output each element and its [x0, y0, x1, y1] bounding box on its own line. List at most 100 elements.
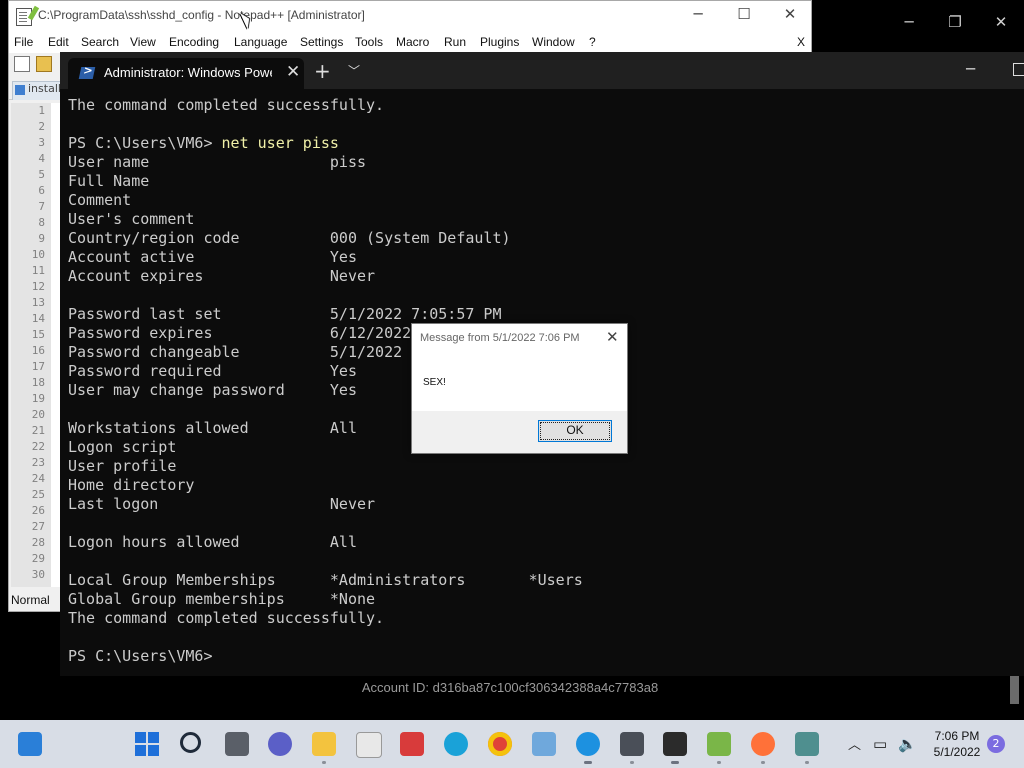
terminal-command: net user piss	[221, 134, 339, 152]
terminal-line: Password last set 5/1/2022 7:05:57 PM	[68, 305, 502, 323]
chevron-down-icon[interactable]: ﹀	[348, 62, 360, 79]
terminal-line: PS C:\Users\VM6> net user piss	[68, 134, 1018, 153]
ok-button[interactable]: OK	[538, 420, 612, 442]
notepadpp-menu-bar: File Edit Search View Encoding Language …	[9, 33, 811, 53]
terminal-line: Home directory	[68, 476, 195, 494]
message-text: SEX!	[423, 377, 446, 388]
minimize-icon[interactable]: ─	[966, 60, 975, 78]
line-number: 6	[38, 184, 45, 197]
vmware-icon[interactable]	[620, 732, 644, 764]
line-number: 17	[31, 360, 45, 373]
maximize-icon[interactable]: ☐	[721, 5, 767, 23]
line-number: 5	[38, 168, 45, 181]
powershell-icon	[78, 67, 96, 79]
message-dialog-title: Message from 5/1/2022 7:06 PM	[420, 332, 580, 344]
line-number: 13	[31, 296, 45, 309]
line-number: 30	[31, 568, 45, 581]
menu-language[interactable]: Language	[234, 35, 287, 49]
background-scrollbar[interactable]	[1010, 676, 1019, 704]
terminal-icon[interactable]	[663, 732, 687, 764]
virtualbox-icon[interactable]	[532, 732, 556, 756]
menu-tools[interactable]: Tools	[355, 35, 383, 49]
tab-install[interactable]: install	[12, 81, 64, 100]
volume-icon[interactable]: 🔈	[898, 735, 917, 753]
close-tab-icon[interactable]: ✕	[286, 62, 300, 82]
start-icon[interactable]	[135, 732, 159, 756]
menu-view[interactable]: View	[130, 35, 156, 49]
docker-icon[interactable]	[576, 732, 600, 764]
account-id-label: Account ID: d316ba87c100cf306342388a4c77…	[361, 680, 659, 695]
terminal-line: User name piss	[68, 153, 367, 171]
line-number: 27	[31, 520, 45, 533]
menu-settings[interactable]: Settings	[300, 35, 343, 49]
line-number: 22	[31, 440, 45, 453]
firefox-icon[interactable]	[751, 732, 775, 764]
line-number: 14	[31, 312, 45, 325]
line-number: 12	[31, 280, 45, 293]
store-icon[interactable]	[356, 732, 382, 758]
line-number: 16	[31, 344, 45, 357]
line-number: 25	[31, 488, 45, 501]
new-tab-icon[interactable]: +	[314, 59, 331, 83]
notepadpp-icon[interactable]	[707, 732, 731, 764]
line-number: 19	[31, 392, 45, 405]
menu-encoding[interactable]: Encoding	[169, 35, 219, 49]
minimize-icon[interactable]: ─	[675, 5, 721, 23]
network-icon[interactable]: ▭	[873, 735, 887, 753]
terminal-line: User profile	[68, 457, 177, 475]
message-dialog-title-bar[interactable]: Message from 5/1/2022 7:06 PM ✕	[412, 324, 627, 354]
terminal-tab-powershell[interactable]: Administrator: Windows PowerShell ✕	[68, 58, 304, 89]
teams-chat-icon[interactable]	[268, 732, 292, 756]
clock-time: 7:06 PM	[934, 729, 980, 743]
chevron-up-icon[interactable]: ︿	[848, 734, 861, 753]
office-icon[interactable]	[400, 732, 424, 756]
taskbar-clock[interactable]: 7:06 PM 5/1/2022	[922, 728, 992, 760]
search-icon[interactable]	[180, 732, 201, 753]
remote-desktop-icon[interactable]	[795, 732, 819, 764]
line-number-gutter: 1 2 3 4 5 6 7 8 9 10 11 12 13 14 15 16 17 18 19 20 21 22 23 24 2…	[11, 103, 51, 587]
notepadpp-title-bar[interactable]: C:\ProgramData\ssh\sshd_config - Notepad…	[9, 1, 811, 33]
menu-file[interactable]: File	[14, 35, 33, 49]
notepadpp-status-bar: Normal	[9, 593, 61, 611]
widgets-icon[interactable]	[18, 732, 42, 756]
terminal-line: Logon hours allowed All	[68, 533, 357, 551]
chrome-icon[interactable]	[488, 732, 512, 756]
menu-close-document[interactable]: X	[797, 35, 805, 49]
menu-search[interactable]: Search	[81, 35, 119, 49]
task-view-icon[interactable]	[225, 732, 249, 756]
menu-macro[interactable]: Macro	[396, 35, 429, 49]
open-file-icon[interactable]	[36, 56, 52, 72]
background-restore-button[interactable]: ❐	[932, 8, 978, 38]
file-explorer-icon[interactable]	[312, 732, 336, 764]
edge-icon[interactable]	[444, 732, 468, 756]
notification-badge[interactable]: 2	[987, 735, 1005, 753]
line-number: 8	[38, 216, 45, 229]
message-dialog-body: SEX!	[412, 354, 627, 411]
line-number: 28	[31, 536, 45, 549]
menu-run[interactable]: Run	[444, 35, 466, 49]
close-icon[interactable]: ✕	[606, 328, 619, 346]
notepadpp-tab-bar: install	[9, 81, 64, 100]
menu-window[interactable]: Window	[532, 35, 575, 49]
close-icon[interactable]: ✕	[767, 5, 813, 23]
line-number: 15	[31, 328, 45, 341]
menu-plugins[interactable]: Plugins	[480, 35, 519, 49]
background-close-button[interactable]: ✕	[978, 8, 1024, 38]
tab-label: install	[28, 82, 61, 95]
notepadpp-window-title: C:\ProgramData\ssh\sshd_config - Notepad…	[38, 8, 365, 22]
new-file-icon[interactable]	[14, 56, 30, 72]
terminal-tab-bar[interactable]: Administrator: Windows PowerShell ✕ + ﹀ …	[60, 52, 1024, 89]
maximize-icon[interactable]	[1013, 63, 1024, 76]
terminal-line: User's comment	[68, 210, 195, 228]
menu-help[interactable]: ?	[589, 35, 596, 49]
background-minimize-button[interactable]: ─	[886, 8, 932, 38]
menu-edit[interactable]: Edit	[48, 35, 69, 49]
line-number: 21	[31, 424, 45, 437]
terminal-line: Country/region code 000 (System Default)	[68, 229, 511, 247]
status-mode: Normal	[11, 593, 50, 607]
